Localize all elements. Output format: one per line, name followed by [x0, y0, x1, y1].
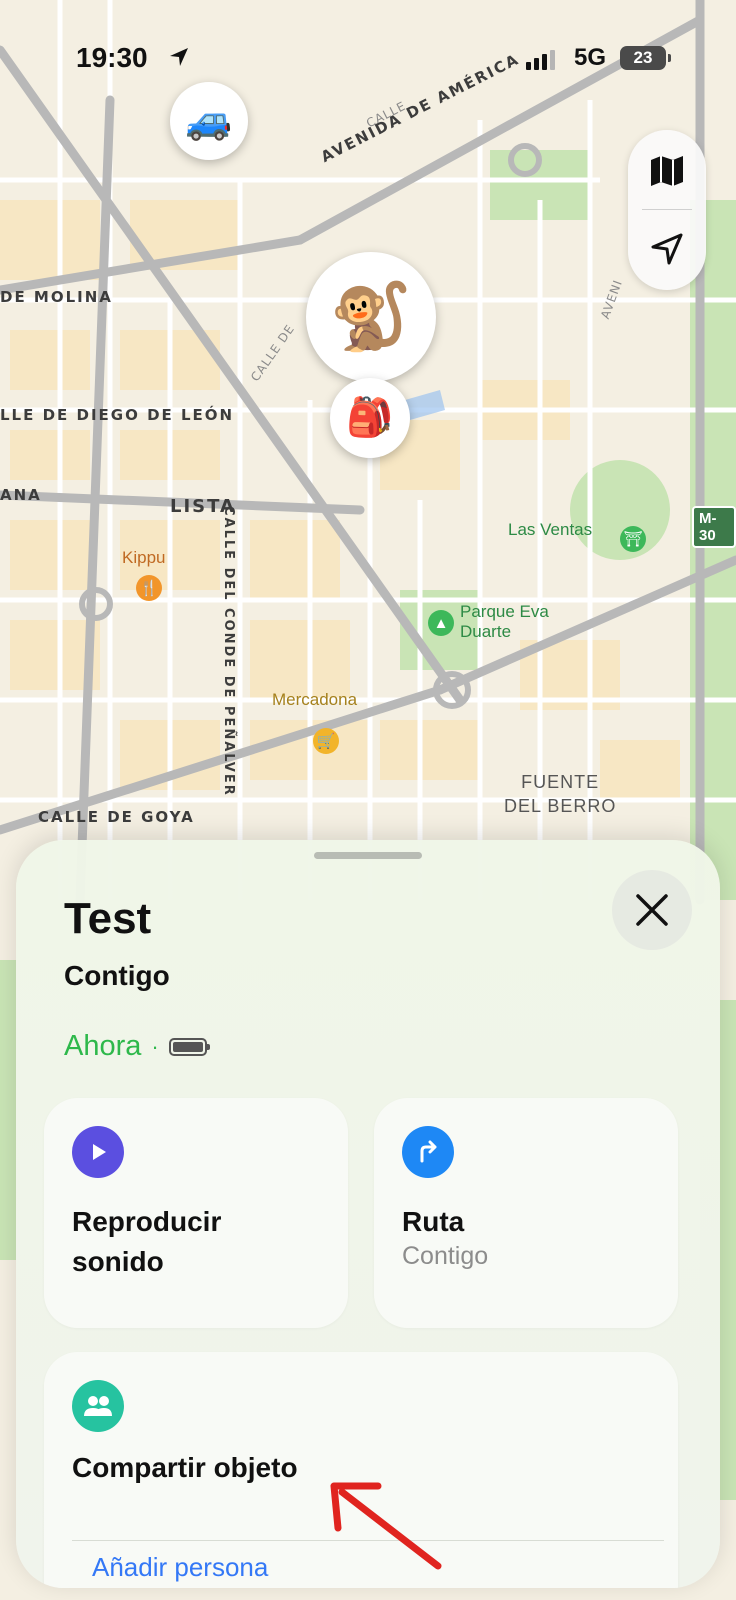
cart-icon[interactable]: 🛒 [313, 728, 339, 754]
item-title: Test [64, 894, 152, 943]
signal-icon [526, 48, 555, 70]
status-time: 19:30 [76, 42, 148, 73]
network-type: 5G [574, 44, 607, 71]
route-subtitle: Contigo [402, 1242, 489, 1270]
street-label-ana: ANA [0, 486, 42, 504]
updated-time: Ahora [64, 1030, 142, 1062]
poi-label-parque-eva-duarte: Parque Eva Duarte [460, 602, 549, 641]
people-icon [72, 1380, 124, 1432]
play-icon [72, 1126, 124, 1178]
street-label-molina: DE MOLINA [0, 288, 113, 306]
play-sound-card[interactable]: Reproducir sonido [44, 1098, 348, 1328]
item-marker[interactable]: 🎒 [330, 378, 410, 458]
add-person-peek[interactable]: Añadir persona [92, 1552, 268, 1583]
street-label-conde-penalver: CALLE DEL CONDE DE PEÑALVER [221, 506, 236, 797]
fork-knife-icon[interactable]: 🍴 [136, 575, 162, 601]
item-detail-sheet: Test Contigo Ahora · Reproducir sonido Ru… [16, 840, 720, 1588]
map-controls [628, 130, 706, 290]
status-bar: 19:30 5G 23 [0, 0, 736, 120]
poi-label-las-ventas: Las Ventas [508, 520, 593, 539]
separator-dot: · [151, 1033, 159, 1059]
map-icon [651, 156, 683, 186]
share-item-label: Compartir objeto [72, 1452, 298, 1483]
highway-shield-m30: M-30 [692, 506, 736, 548]
close-icon [636, 894, 668, 926]
route-card[interactable]: Ruta Contigo [374, 1098, 678, 1328]
street-label-diego-de-leon: LLE DE DIEGO DE LEÓN [0, 406, 235, 424]
annotation-arrow-icon [330, 1482, 442, 1570]
route-label: Ruta [402, 1206, 465, 1237]
navigation-arrow-icon [651, 233, 683, 265]
street-label-goya: CALLE DE GOYA [38, 808, 195, 826]
battery-indicator: 23 [620, 46, 671, 70]
last-updated: Ahora · [64, 1030, 210, 1063]
poi-label-mercadona: Mercadona [272, 690, 358, 709]
poi-label-kippu: Kippu [122, 548, 166, 567]
tree-icon[interactable]: ▲ [428, 610, 454, 636]
route-arrow-icon [402, 1126, 454, 1178]
sheet-grabber[interactable] [314, 852, 422, 859]
map-mode-button[interactable] [628, 132, 706, 210]
monkey-marker[interactable]: 🐒 [306, 252, 436, 382]
location-arrow-icon [170, 48, 188, 66]
landmark-icon[interactable]: ⛩ [620, 526, 646, 552]
item-owner: Contigo [64, 960, 170, 991]
locate-me-button[interactable] [628, 210, 706, 288]
neighborhood-label-fuente-del-berro: FUENTE DEL BERRO [504, 772, 617, 816]
close-button[interactable] [612, 870, 692, 950]
battery-icon [168, 1037, 210, 1056]
play-sound-label: Reproducir sonido [72, 1206, 222, 1277]
